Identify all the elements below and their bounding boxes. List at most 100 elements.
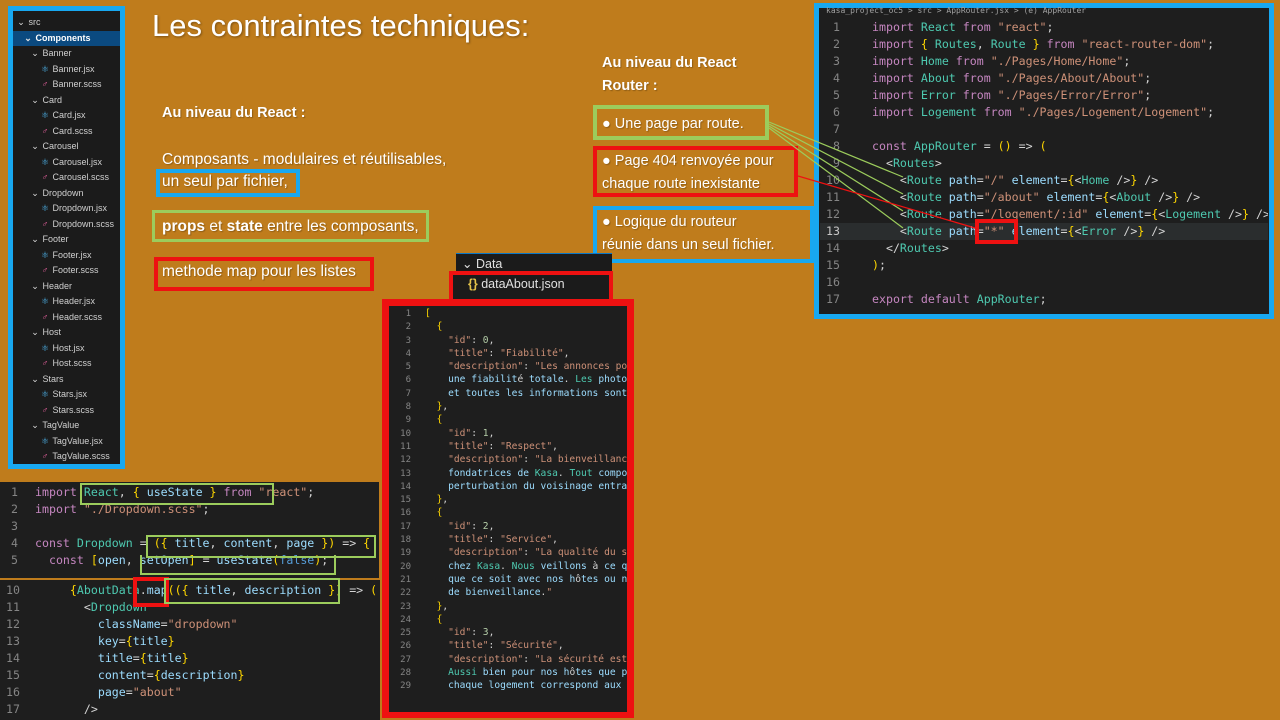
tree-folder-src[interactable]: ⌄ src — [13, 15, 120, 31]
line-number: 17 — [826, 292, 840, 306]
tree-file-label: Dropdown.scss — [52, 218, 115, 229]
code-text: <Route path="/logement/:id" element={<Lo… — [872, 207, 1268, 221]
tree-file[interactable]: ♂ Banner.scss — [13, 77, 120, 93]
tree-file[interactable]: ⚛ Card.jsx — [13, 108, 120, 124]
chevron-down-icon: ⌄ — [17, 17, 25, 27]
data-file-label: dataAbout.json — [481, 277, 565, 291]
tree-folder[interactable]: ⌄ Banner — [13, 46, 120, 62]
json-editor[interactable]: 1[2 {3 "id": 0, 4 "title": "Fiabilité", 5 … — [389, 307, 627, 712]
code-line: 12 <Route path="/logement/:id" element={… — [820, 206, 1268, 223]
line-number: 7 — [833, 122, 840, 136]
line-number: 8 — [405, 402, 411, 413]
code-line: 8 }, — [389, 400, 627, 413]
usestate-call-highlight — [140, 555, 336, 575]
data-folder-label: Data — [475, 257, 503, 271]
tree-file[interactable]: ⚛ Header.jsx — [13, 294, 120, 310]
line-number: 4 — [833, 71, 840, 85]
props-state-line: props et state entre les composants, — [162, 218, 419, 236]
sass-file-icon: ♂ — [41, 79, 49, 89]
code-text: "title": "Respect", — [448, 440, 558, 452]
code-line: 4 import About from "./Pages/About/About"… — [820, 70, 1268, 87]
line-number: 22 — [400, 588, 411, 599]
code-text: "title": "Service", — [448, 534, 558, 546]
line-number: 16 — [400, 508, 411, 519]
props-state-rest: entre les composants, — [262, 218, 419, 235]
code-line: 21 que ce soit avec nos hôtes ou n — [389, 573, 627, 586]
code-line: 13 key={title} — [0, 633, 380, 650]
data-file-row[interactable]: {} dataAbout.json — [468, 277, 565, 291]
code-line: 29 chaque logement correspond aux — [389, 679, 627, 692]
line-number: 3 — [405, 335, 411, 346]
tree-file[interactable]: ⚛ Carousel.jsx — [13, 155, 120, 171]
tree-file[interactable]: ♂ Card.scss — [13, 124, 120, 140]
props-and: et — [205, 218, 227, 235]
code-line: 15); — [820, 257, 1268, 274]
code-text: et toutes les informations sont — [448, 387, 627, 399]
tree-file[interactable]: ⚛ Stars.jsx — [13, 387, 120, 403]
line-number: 15 — [400, 495, 411, 506]
tree-folder[interactable]: ⌄ Dropdown — [13, 186, 120, 202]
code-text: "title": "Fiabilité", — [448, 347, 570, 359]
code-line: 7 et toutes les informations sont — [389, 387, 627, 400]
tree-file[interactable]: ⚛ Footer.jsx — [13, 248, 120, 264]
tree-file[interactable]: ⚛ Banner.jsx — [13, 62, 120, 78]
react-file-icon: ⚛ — [40, 203, 50, 213]
code-text: <Routes> — [872, 156, 942, 170]
tree-folder-label: Header — [42, 280, 73, 291]
line-number: 24 — [400, 614, 411, 625]
line-number: 17 — [400, 521, 411, 532]
line-number: 12 — [400, 455, 411, 466]
tree-folder-components[interactable]: ⌄ Components — [13, 30, 120, 46]
tree-file-label: Header.jsx — [52, 296, 96, 306]
code-line: 22 de bienveillance." — [389, 586, 627, 599]
code-text: perturbation du voisinage entra — [448, 480, 627, 492]
code-line: 25 "id": 3, — [389, 626, 627, 639]
line-number: 27 — [400, 654, 411, 665]
bullet-404-line2: chaque route inexistante — [602, 176, 760, 192]
tree-file[interactable]: ♂ Dropdown.scss — [13, 217, 120, 233]
line-number: 25 — [400, 628, 411, 639]
react-file-icon: ⚛ — [40, 249, 50, 260]
tree-folder[interactable]: ⌄ Carousel — [13, 139, 120, 155]
line-number: 18 — [400, 535, 411, 546]
router-editor[interactable]: 1 import React from "react"; 2 import { Rou… — [820, 19, 1268, 314]
react-file-icon: ⚛ — [40, 389, 50, 399]
tree-file[interactable]: ♂ Carousel.scss — [13, 170, 120, 186]
line-number: 16 — [826, 275, 840, 289]
code-line: 23 }, — [389, 600, 627, 613]
code-line: 12 className="dropdown" — [0, 616, 380, 633]
code-line: 16 { — [389, 506, 627, 519]
tree-file[interactable]: ♂ Host.scss — [13, 356, 120, 372]
tree-file[interactable]: ⚛ Dropdown.jsx — [13, 201, 120, 217]
line-number: 15 — [6, 668, 20, 682]
tree-file[interactable]: ♂ Header.scss — [13, 310, 120, 326]
tree-file[interactable]: ♂ TagValue.scss — [13, 449, 120, 465]
react-heading: Au niveau du React : — [162, 105, 306, 121]
code-line: 17 "id": 2, — [389, 520, 627, 533]
tree-file[interactable]: ♂ Footer.scss — [13, 263, 120, 279]
line-number: 1 — [405, 309, 411, 319]
line-number: 3 — [833, 54, 840, 68]
chevron-down-icon: ⌄ — [31, 48, 39, 58]
tree-folder[interactable]: ⌄ Stars — [13, 372, 120, 388]
tree-file[interactable]: ⚛ Host.jsx — [13, 341, 120, 357]
tree-folder[interactable]: ⌄ TagValue — [13, 418, 120, 434]
line-number: 2 — [11, 502, 18, 516]
line-number: 10 — [826, 173, 840, 187]
code-line: 6 une fiabilité totale. Les photo — [389, 373, 627, 386]
code-text: }, — [436, 494, 449, 506]
tree-folder[interactable]: ⌄ Footer — [13, 232, 120, 248]
tree-folder[interactable]: ⌄ Host — [13, 325, 120, 341]
line-number: 4 — [405, 348, 411, 359]
code-text: { — [436, 321, 443, 333]
code-line: 15 content={description} — [0, 667, 380, 684]
sass-file-icon: ♂ — [41, 451, 49, 461]
code-text: "id": 1, — [448, 427, 495, 439]
line-number: 11 — [400, 441, 411, 452]
tree-file[interactable]: ♂ Stars.scss — [13, 403, 120, 419]
tree-folder[interactable]: ⌄ Header — [13, 279, 120, 295]
tree-folder[interactable]: ⌄ Card — [13, 93, 120, 109]
code-text: [ — [425, 308, 431, 319]
tree-file[interactable]: ⚛ TagValue.jsx — [13, 434, 120, 450]
line-number: 11 — [826, 190, 840, 204]
